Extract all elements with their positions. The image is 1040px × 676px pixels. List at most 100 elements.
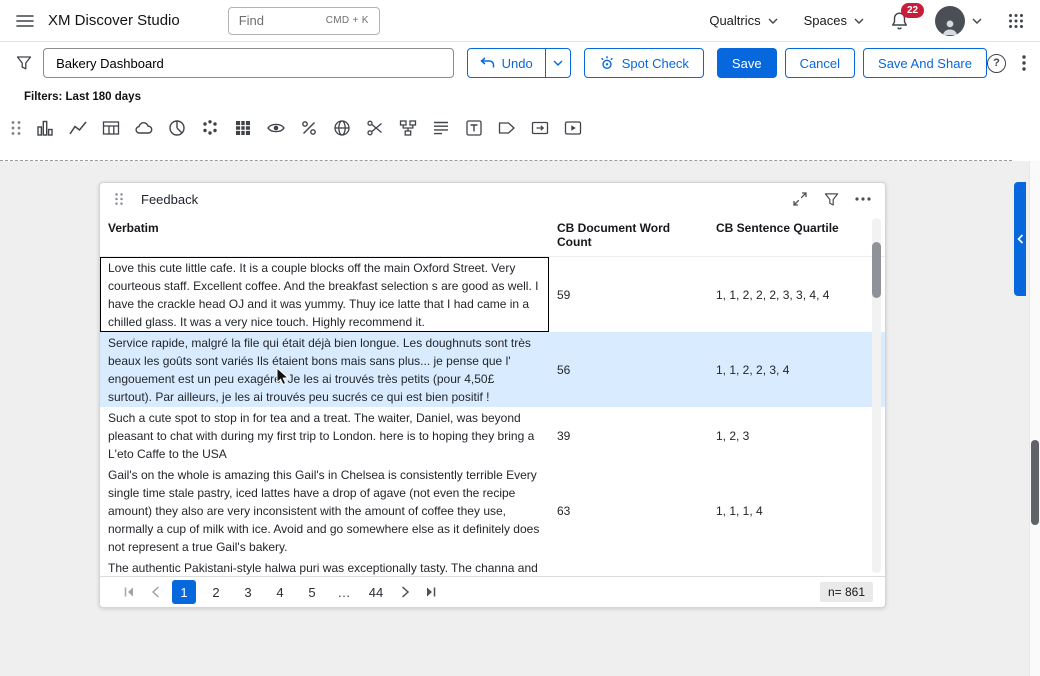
- chevron-down-icon: [972, 18, 982, 24]
- first-page-icon[interactable]: [116, 580, 142, 604]
- avatar: [935, 6, 965, 36]
- search-shortcut-hint: CMD + K: [326, 15, 369, 26]
- filters-bar: Filters: Last 180 days: [0, 84, 1040, 110]
- verbatim-cell: Gail's on the whole is amazing this Gail…: [100, 464, 549, 557]
- widget-ellipsis-menu-icon[interactable]: [855, 197, 871, 201]
- table-icon[interactable]: [101, 118, 121, 138]
- edit-toolbar-right: ?: [987, 54, 1026, 73]
- widget-title: Feedback: [141, 192, 198, 207]
- last-page-icon[interactable]: [418, 580, 444, 604]
- widget-drag-handle-icon[interactable]: [114, 192, 124, 206]
- table-row[interactable]: The authentic Pakistani-style halwa puri…: [100, 557, 885, 576]
- column-header-sentence-quartile: CB Sentence Quartile: [708, 221, 885, 249]
- scissors-icon[interactable]: [365, 118, 385, 138]
- column-header-word-count: CB Document Word Count: [549, 221, 708, 249]
- settings-panel-handle[interactable]: [1014, 182, 1026, 296]
- spot-check-button[interactable]: Spot Check: [584, 48, 704, 78]
- verbatim-cell: Such a cute spot to stop in for tea and …: [100, 407, 549, 464]
- hamburger-menu-icon[interactable]: [10, 6, 40, 36]
- sentence-quartile-cell: 1, 1, 2, 2, 2, 3, 3, 4, 4: [708, 288, 885, 302]
- save-and-share-button-label: Save And Share: [878, 56, 972, 71]
- column-header-verbatim: Verbatim: [100, 221, 549, 249]
- page-button[interactable]: 5: [300, 580, 324, 604]
- video-widget-icon[interactable]: [563, 118, 583, 138]
- embed-widget-icon[interactable]: [530, 118, 550, 138]
- word-count-cell: 59: [549, 288, 708, 302]
- line-chart-icon[interactable]: [68, 118, 88, 138]
- verbatim-cell: Service rapide, malgré la file qui était…: [100, 332, 549, 407]
- chevron-down-icon: [854, 18, 864, 24]
- page-button[interactable]: 1: [172, 580, 196, 604]
- spaces-menu-label: Spaces: [804, 13, 847, 28]
- notifications-button[interactable]: 22: [890, 11, 909, 31]
- pie-chart-icon[interactable]: [167, 118, 187, 138]
- bar-chart-icon[interactable]: [35, 118, 55, 138]
- qualtrics-menu-label: Qualtrics: [709, 13, 760, 28]
- sentence-quartile-cell: 1, 1, 2, 2, 3, 4: [708, 363, 885, 377]
- page-button[interactable]: 2: [204, 580, 228, 604]
- undo-history-caret[interactable]: [545, 48, 571, 78]
- widget-scrollbar[interactable]: [872, 218, 881, 573]
- verbatim-cell: The authentic Pakistani-style halwa puri…: [100, 557, 549, 576]
- table-body: Love this cute little cafe. It is a coup…: [100, 257, 885, 576]
- dashboard-name-input[interactable]: [43, 48, 454, 78]
- preview-eye-icon[interactable]: [266, 118, 286, 138]
- page-ellipsis: …: [332, 580, 356, 604]
- document-stream-icon[interactable]: [431, 118, 451, 138]
- widget-header: Feedback: [100, 183, 885, 215]
- top-bar-right: Qualtrics Spaces 22: [709, 6, 1024, 36]
- verbatim-cell: Love this cute little cafe. It is a coup…: [100, 257, 549, 332]
- dashboard-canvas: Feedback Verbatim CB Document Word Count…: [0, 161, 1040, 676]
- word-cloud-icon[interactable]: [134, 118, 154, 138]
- account-menu[interactable]: [935, 6, 982, 36]
- search-placeholder: Find: [239, 13, 264, 28]
- notification-count-badge: 22: [901, 3, 924, 18]
- page-button[interactable]: 3: [236, 580, 260, 604]
- previous-page-icon[interactable]: [142, 580, 168, 604]
- save-and-share-button[interactable]: Save And Share: [863, 48, 987, 78]
- drag-handle-icon[interactable]: [10, 118, 22, 138]
- widget-scrollbar-thumb[interactable]: [872, 242, 881, 298]
- table-row[interactable]: Service rapide, malgré la file qui était…: [100, 332, 885, 407]
- widget-toolbar: [0, 110, 1040, 160]
- table-row[interactable]: Gail's on the whole is amazing this Gail…: [100, 464, 885, 557]
- app-root: { "colors": { "accent_blue": "#0768dd", …: [0, 0, 1040, 676]
- cancel-button-label: Cancel: [800, 56, 840, 71]
- widget-filter-icon[interactable]: [824, 192, 839, 207]
- object-tree-icon[interactable]: [398, 118, 418, 138]
- help-icon[interactable]: ?: [987, 54, 1006, 73]
- page-scrollbar-thumb[interactable]: [1031, 440, 1039, 525]
- metric-percent-icon[interactable]: [299, 118, 319, 138]
- page-button[interactable]: 4: [268, 580, 292, 604]
- record-count-badge: n= 861: [820, 582, 873, 602]
- page-button[interactable]: 44: [364, 580, 388, 604]
- save-button[interactable]: Save: [717, 48, 777, 78]
- cancel-button[interactable]: Cancel: [785, 48, 855, 78]
- chevron-down-icon: [768, 18, 778, 24]
- undo-button-label: Undo: [502, 56, 533, 71]
- spot-check-icon: [599, 55, 615, 71]
- table-row[interactable]: Such a cute spot to stop in for tea and …: [100, 407, 885, 464]
- qualtrics-menu[interactable]: Qualtrics: [709, 13, 777, 28]
- filter-funnel-icon[interactable]: [12, 55, 35, 71]
- sentence-quartile-cell: 1, 2, 3: [708, 429, 885, 443]
- page-scrollbar[interactable]: [1029, 161, 1040, 676]
- search-input[interactable]: Find CMD + K: [228, 7, 380, 35]
- next-page-icon[interactable]: [392, 580, 418, 604]
- undo-icon: [480, 57, 495, 69]
- scatter-plot-icon[interactable]: [200, 118, 220, 138]
- map-globe-icon[interactable]: [332, 118, 352, 138]
- heatmap-icon[interactable]: [233, 118, 253, 138]
- table-row[interactable]: Love this cute little cafe. It is a coup…: [100, 257, 885, 332]
- spaces-menu[interactable]: Spaces: [804, 13, 864, 28]
- undo-split-button: Undo: [467, 48, 571, 78]
- feedback-table: Verbatim CB Document Word Count CB Sente…: [100, 215, 885, 576]
- app-title: XM Discover Studio: [48, 12, 180, 29]
- label-widget-icon[interactable]: [497, 118, 517, 138]
- word-count-cell: 39: [549, 429, 708, 443]
- widget-expand-icon[interactable]: [792, 191, 808, 207]
- apps-grid-icon[interactable]: [1008, 13, 1024, 29]
- text-widget-icon[interactable]: [464, 118, 484, 138]
- undo-button[interactable]: Undo: [467, 48, 545, 78]
- kebab-menu-icon[interactable]: [1022, 55, 1026, 71]
